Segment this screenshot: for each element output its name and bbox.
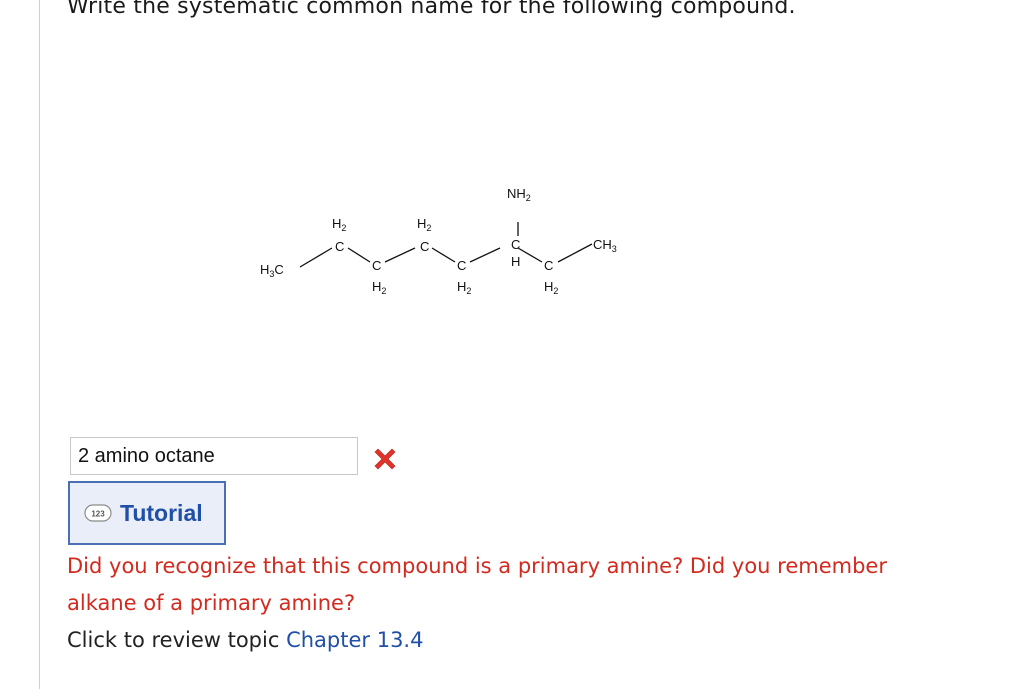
ch2-bottom-1-c: C <box>372 258 381 273</box>
ch2-bottom-3-c: C <box>544 258 553 273</box>
ch2-top-1-c: C <box>335 239 344 254</box>
methyl-left: H3C <box>260 262 284 279</box>
review-prefix: Click to review topic <box>67 628 287 652</box>
x-icon <box>372 446 398 472</box>
feedback-line-2: alkane of a primary amine? <box>67 591 356 615</box>
tutorial-button[interactable]: 123 Tutorial <box>68 481 226 545</box>
review-topic: Click to review topic Chapter 13.4 <box>67 622 423 659</box>
ch2-bottom-3-h: H2 <box>544 279 558 296</box>
123-icon: 123 <box>84 504 112 522</box>
methyl-right: CH3 <box>593 237 617 254</box>
left-border <box>39 0 40 689</box>
structure-drawing: H3C H2 C C H2 H2 C C H2 NH2 C H C H2 CH3 <box>260 186 617 296</box>
ch2-bottom-1-h: H2 <box>372 279 386 296</box>
tutorial-label: Tutorial <box>120 499 203 526</box>
svg-text:123: 123 <box>91 510 105 519</box>
feedback-message: Did you recognize that this compound is … <box>67 548 1024 622</box>
ch2-top-2-h: H2 <box>417 216 431 233</box>
question-prompt: Write the systematic common name for the… <box>67 0 796 19</box>
compound-structure: H3C H2 C C H2 H2 C C H2 NH2 C H C H2 CH3 <box>240 170 660 320</box>
ch-amine-h: H <box>511 254 520 269</box>
feedback-line-1: Did you recognize that this compound is … <box>67 554 887 578</box>
ch2-bottom-2-c: C <box>457 258 466 273</box>
answer-input[interactable] <box>70 437 358 475</box>
amine-group: NH2 <box>507 186 531 203</box>
ch-amine-c: C <box>511 237 520 252</box>
chapter-link[interactable]: Chapter 13.4 <box>286 628 423 652</box>
ch2-bottom-2-h: H2 <box>457 279 471 296</box>
ch2-top-2-c: C <box>420 239 429 254</box>
ch2-top-1-h: H2 <box>332 216 346 233</box>
